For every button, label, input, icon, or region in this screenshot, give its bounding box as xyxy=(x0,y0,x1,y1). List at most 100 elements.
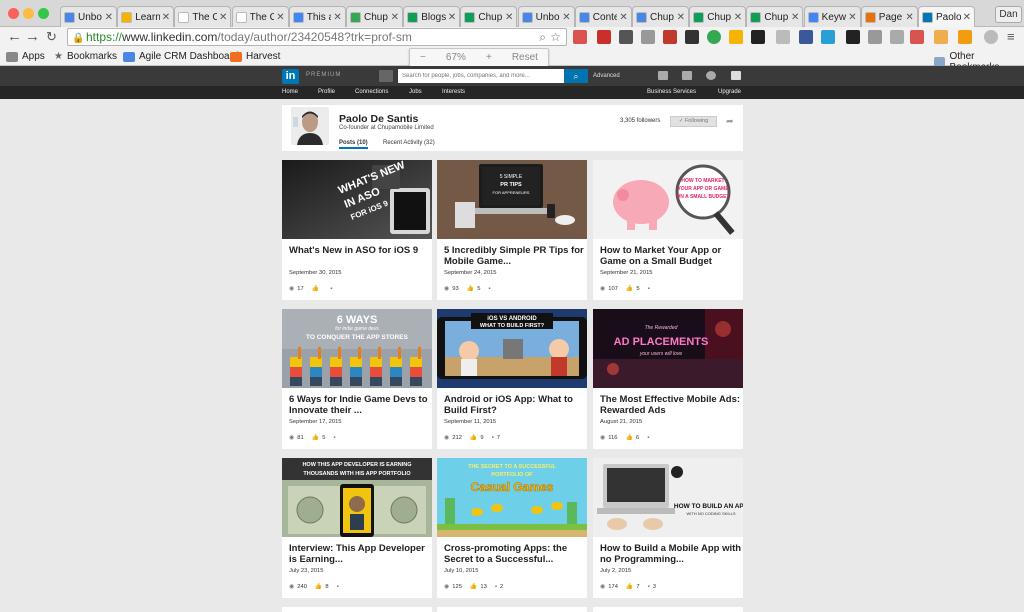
post-card[interactable] xyxy=(282,607,432,612)
tab-close-icon[interactable]: ✕ xyxy=(734,12,742,23)
search-icon[interactable]: ⌕ xyxy=(539,29,546,45)
browser-tab[interactable]: Unbo ✕ xyxy=(517,6,575,27)
extension-icon[interactable] xyxy=(619,30,633,44)
tab-close-icon[interactable]: ✕ xyxy=(276,12,284,23)
extension-icon[interactable] xyxy=(958,30,972,44)
extension-icon[interactable] xyxy=(641,30,655,44)
post-title[interactable]: Cross-promoting Apps: the Secret to a Su… xyxy=(444,544,586,565)
reload-icon[interactable]: ↻ xyxy=(46,28,57,46)
tab-close-icon[interactable]: ✕ xyxy=(505,12,513,23)
tab-close-icon[interactable]: ✕ xyxy=(905,12,913,23)
browser-tab[interactable]: Learn ✕ xyxy=(117,6,175,27)
post-card[interactable]: HOW TO BUILD AN APP WITH NO CODING SKILLS… xyxy=(593,458,743,598)
tab-posts[interactable]: Posts (10) xyxy=(339,140,368,149)
browser-tab[interactable]: Chup ✕ xyxy=(632,6,689,27)
browser-tab[interactable]: Keyw ✕ xyxy=(803,6,861,27)
post-thumbnail[interactable]: 5 SIMPLE PR TIPS FOR APPRENEURS xyxy=(437,160,587,239)
comment-icon[interactable]: ▪ xyxy=(648,584,650,590)
browser-tab[interactable]: Chup ✕ xyxy=(746,6,804,27)
post-card[interactable] xyxy=(593,607,743,612)
like-icon[interactable]: 👍 xyxy=(467,285,474,292)
comment-icon[interactable]: ▪ xyxy=(488,286,490,292)
browser-tab[interactable]: Chup ✕ xyxy=(460,6,518,27)
maximize-window-icon[interactable] xyxy=(38,8,49,19)
profile-user-chip[interactable]: Dan xyxy=(995,6,1022,23)
extension-icon[interactable] xyxy=(776,30,790,44)
post-card[interactable]: THE SECRET TO A SUCCESSFUL PORTFOLIO OF Ca… xyxy=(437,458,587,598)
browser-tab[interactable]: The C ✕ xyxy=(174,6,232,27)
search-input[interactable] xyxy=(398,69,564,83)
tab-close-icon[interactable]: ✕ xyxy=(619,12,627,23)
minimize-window-icon[interactable] xyxy=(23,8,34,19)
post-thumbnail[interactable]: HOW TO BUILD AN APP WITH NO CODING SKILLS xyxy=(593,458,743,537)
menu-icon[interactable]: ≡ xyxy=(1007,28,1015,46)
extension-icon[interactable] xyxy=(597,30,611,44)
post-card[interactable]: 6 WAYS for indie game devs TO CONQUER THE … xyxy=(282,309,432,449)
tab-close-icon[interactable]: ✕ xyxy=(848,12,856,23)
nav-business-services[interactable]: Business Services xyxy=(647,89,696,95)
bookmark-harvest[interactable]: Harvest xyxy=(230,51,280,62)
extension-icon[interactable] xyxy=(573,30,587,44)
nav-home[interactable]: Home xyxy=(282,89,298,95)
share-icon[interactable]: ➦ xyxy=(726,116,734,127)
post-thumbnail[interactable]: HOW TO MARKET YOUR APP OR GAME ON A SMALL … xyxy=(593,160,743,239)
like-icon[interactable]: 👍 xyxy=(470,583,477,590)
back-arrow-icon[interactable]: ← xyxy=(7,28,22,46)
tab-close-icon[interactable]: ✕ xyxy=(963,12,971,23)
post-thumbnail[interactable]: 6 WAYS for indie game devs TO CONQUER THE … xyxy=(282,309,432,388)
bookmark-bookmarks[interactable]: ★ Bookmarks xyxy=(54,51,117,62)
forward-arrow-icon[interactable]: → xyxy=(25,28,40,46)
browser-tab[interactable]: Page ✕ xyxy=(860,6,918,27)
address-bar[interactable]: 🔒 https://www.linkedin.com/today/author/… xyxy=(67,28,567,46)
tab-close-icon[interactable]: ✕ xyxy=(791,12,799,23)
extension-icon[interactable] xyxy=(910,30,924,44)
like-icon[interactable]: 👍 xyxy=(626,434,633,441)
extension-icon[interactable] xyxy=(729,30,743,44)
comment-icon[interactable]: ▪ xyxy=(495,584,497,590)
post-title[interactable]: 5 Incredibly Simple PR Tips for Mobile G… xyxy=(444,246,586,267)
browser-tab[interactable]: This a ✕ xyxy=(288,6,346,27)
extension-icon[interactable] xyxy=(984,30,998,44)
post-title[interactable]: How to Market Your App or Game on a Smal… xyxy=(600,246,742,267)
post-thumbnail[interactable]: THE SECRET TO A SUCCESSFUL PORTFOLIO OF Ca… xyxy=(437,458,587,537)
tab-close-icon[interactable]: ✕ xyxy=(677,12,685,23)
layers-icon[interactable] xyxy=(751,30,765,44)
post-title[interactable]: 6 Ways for Indie Game Devs to Innovate t… xyxy=(289,395,431,416)
post-thumbnail[interactable]: HOW THIS APP DEVELOPER IS EARNING THOUSAN… xyxy=(282,458,432,537)
comment-icon[interactable]: ▪ xyxy=(492,435,494,441)
browser-tab[interactable]: Conte ✕ xyxy=(574,6,632,27)
nav-connections[interactable]: Connections xyxy=(355,89,388,95)
tab-close-icon[interactable]: ✕ xyxy=(219,12,227,23)
browser-tab[interactable]: Chup ✕ xyxy=(689,6,747,27)
close-window-icon[interactable] xyxy=(8,8,19,19)
comment-icon[interactable]: ▪ xyxy=(330,286,332,292)
extension-icon[interactable] xyxy=(846,30,860,44)
cast-icon[interactable] xyxy=(868,30,882,44)
bookmark-agile-crm[interactable]: Agile CRM Dashboard xyxy=(123,51,239,62)
tab-close-icon[interactable]: ✕ xyxy=(105,12,113,23)
like-icon[interactable]: 👍 xyxy=(312,434,319,441)
tab-close-icon[interactable]: ✕ xyxy=(562,12,570,23)
extension-icon[interactable] xyxy=(890,30,904,44)
nav-profile[interactable]: Profile xyxy=(318,89,335,95)
zoom-in-button[interactable]: + xyxy=(486,52,492,63)
browser-tab[interactable]: Chup ✕ xyxy=(346,6,403,27)
zoom-out-button[interactable]: − xyxy=(420,52,426,63)
menu-icon[interactable] xyxy=(379,70,393,82)
comment-icon[interactable]: ▪ xyxy=(647,435,649,441)
like-icon[interactable]: 👍 xyxy=(626,285,633,292)
grammarly-icon[interactable] xyxy=(707,30,721,44)
tab-close-icon[interactable]: ✕ xyxy=(333,12,341,23)
browser-tab[interactable]: Unbo ✕ xyxy=(60,6,117,27)
like-icon[interactable]: 👍 xyxy=(470,434,477,441)
search-button[interactable]: ⌕ xyxy=(564,69,588,83)
post-card[interactable]: The Rewarded AD PLACEMENTS your users will… xyxy=(593,309,743,449)
post-card[interactable]: iOS VS ANDROID WHAT TO BUILD FIRST? Androi… xyxy=(437,309,587,449)
post-card[interactable]: HOW TO MARKET YOUR APP OR GAME ON A SMALL … xyxy=(593,160,743,300)
star-icon[interactable]: ☆ xyxy=(550,29,561,45)
browser-tab[interactable]: The C ✕ xyxy=(231,6,289,27)
post-card[interactable]: 5 SIMPLE PR TIPS FOR APPRENEURS 5 Incredibl… xyxy=(437,160,587,300)
following-button[interactable]: ✓ Following xyxy=(670,116,717,127)
comment-icon[interactable]: ▪ xyxy=(337,584,339,590)
messages-icon[interactable] xyxy=(658,71,668,80)
